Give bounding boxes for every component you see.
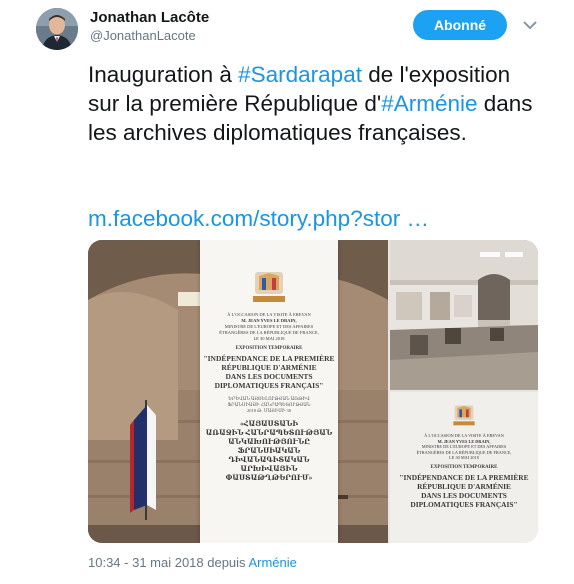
banner-line: ԱՆԿԱԽՈՒԹՅՈՒՆԸ bbox=[228, 438, 310, 446]
photo-banner-closeup[interactable]: À L'OCCASION DE LA VISITE À EREVAN M. JE… bbox=[390, 392, 538, 543]
banner-line: DIPLOMATIQUES FRANÇAIS" bbox=[214, 381, 324, 390]
banner-line: ՖՐԱՆՍԻԱԿԱՆ ԴԻՎԱՆԱԳԻՏԱԿԱՆ bbox=[228, 447, 310, 464]
media-grid: À L'OCCASION DE LA VISITE À EREVAN M. JE… bbox=[88, 240, 538, 543]
photo-banner[interactable]: À L'OCCASION DE LA VISITE À EREVAN M. JE… bbox=[88, 240, 388, 543]
banner-line: RÉPUBLIQUE D'ARMÉNIE bbox=[417, 481, 511, 491]
banner-armenian-header: ԵՐԵՎԱՆ ԱՅՑԵԼՈՒԹՅԱՆ ԱՌԹԻՎ ՖՐԱՆՍԻԱՅԻ ՀԱՆՐԱ… bbox=[227, 396, 311, 413]
emblem-icon bbox=[453, 405, 475, 426]
tweet-link[interactable]: m.facebook.com/story.php?stor … bbox=[88, 206, 429, 232]
banner-line: DANS LES DOCUMENTS bbox=[225, 372, 313, 381]
emblem-icon bbox=[253, 272, 285, 302]
avatar[interactable] bbox=[36, 8, 78, 50]
author-handle[interactable]: @JonathanLacote bbox=[90, 28, 196, 43]
photo-exhibition-hall[interactable] bbox=[390, 240, 538, 390]
tweet-text: Inauguration à #Sardarapat de l'expositi… bbox=[88, 60, 538, 147]
tweet-footer: 10:34 - 31 mai 2018 depuis Arménie bbox=[88, 555, 297, 570]
hashtag-armenie[interactable]: #Arménie bbox=[381, 91, 477, 116]
banner-line: LE 30 MAI 2018 bbox=[253, 336, 285, 341]
author-name[interactable]: Jonathan Lacôte bbox=[90, 9, 209, 26]
banner-line: «ՀԱՅԱՍՏԱՆԻ bbox=[239, 420, 299, 428]
banner-line: EXPOSITION TEMPORAIRE bbox=[430, 464, 498, 470]
follow-button[interactable]: Abonné bbox=[413, 10, 507, 40]
tweet-text-part: Inauguration à bbox=[88, 62, 239, 87]
banner-line: "INDÉPENDANCE DE LA PREMIÈRE bbox=[203, 354, 335, 363]
timestamp[interactable]: 10:34 - 31 mai 2018 depuis bbox=[88, 555, 248, 570]
banner-line: ԱՐԽԻՎԱՅԻՆ ՓԱՍՏԱԹՂԹԵՐՈՒՄ» bbox=[225, 465, 313, 482]
banner-line: RÉPUBLIQUE D'ARMÉNIE bbox=[221, 363, 317, 372]
location-link[interactable]: Arménie bbox=[248, 555, 296, 570]
banner-line: DANS LES DOCUMENTS bbox=[421, 490, 507, 500]
banner-line: EXPOSITION TEMPORAIRE bbox=[235, 346, 303, 351]
chevron-down-icon[interactable] bbox=[522, 17, 538, 33]
hashtag-sardarapat[interactable]: #Sardarapat bbox=[238, 62, 362, 87]
exhibition-banner: À L'OCCASION DE LA VISITE À EREVAN M. JE… bbox=[200, 240, 338, 543]
banner-line: LE 30 MAI 2018 bbox=[449, 455, 479, 461]
banner-line: ԱՌԱՋԻՆ ՀԱՆՐԱՊԵՏՈՒԹՅԱՆ bbox=[205, 429, 333, 437]
profile-photo bbox=[36, 8, 78, 50]
banner-line: "INDÉPENDANCE DE LA PREMIÈRE bbox=[399, 472, 529, 482]
banner-line: DIPLOMATIQUES FRANÇAIS" bbox=[410, 499, 518, 509]
